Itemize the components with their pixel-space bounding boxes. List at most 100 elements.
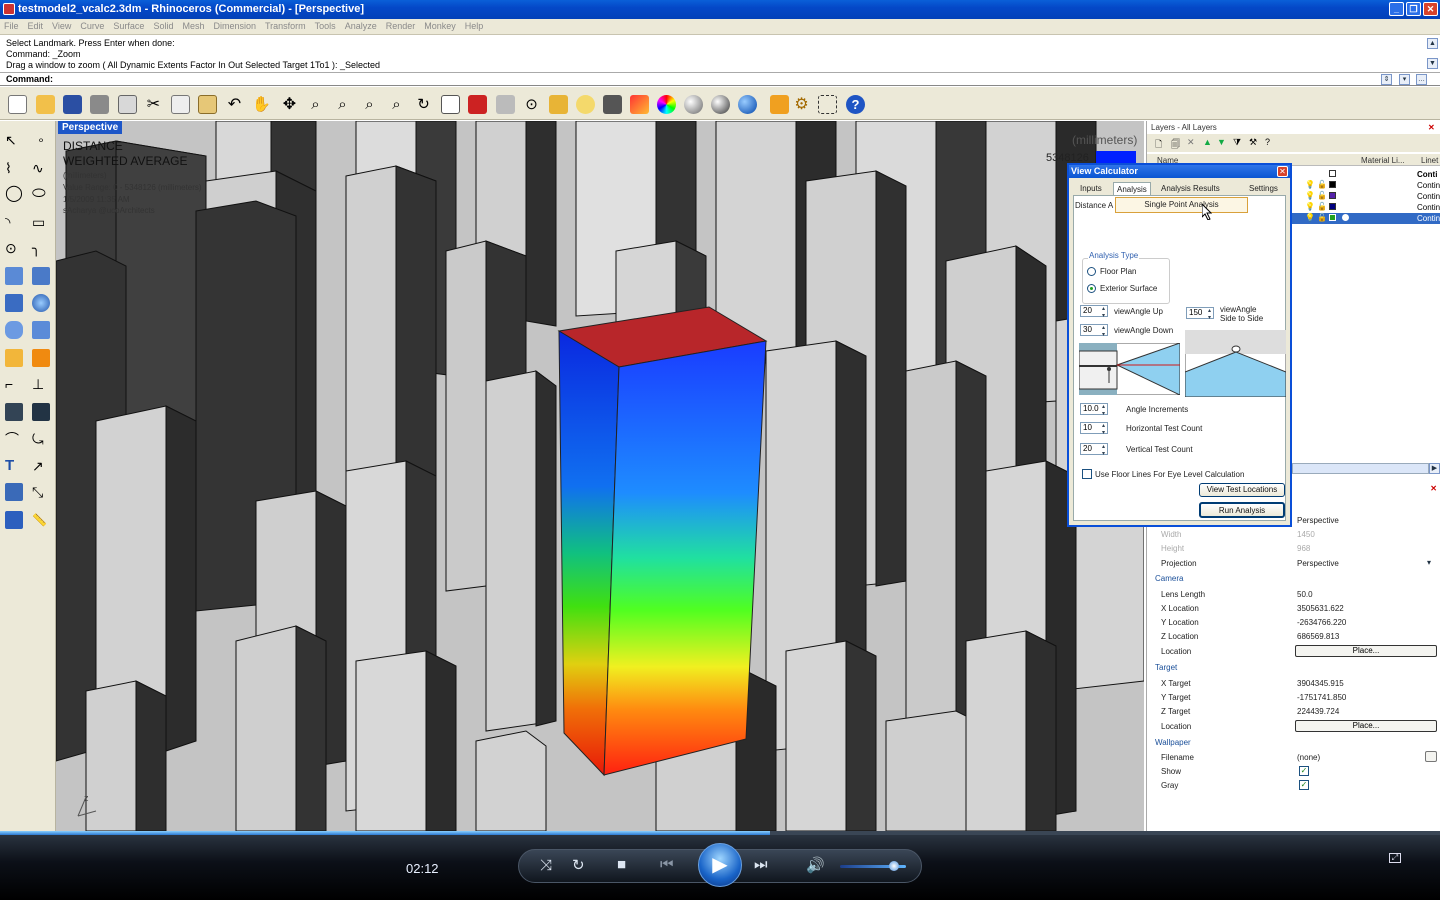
trim-icon[interactable]: ⌐ [5,375,23,393]
previous-icon[interactable]: ⏮ [660,856,674,873]
command-dropdown-icon[interactable]: ▾ [1399,74,1410,85]
zoom-dynamic-icon[interactable]: ⌕ [306,95,325,114]
split-icon[interactable]: ⊥ [32,375,50,393]
layers-col-material[interactable]: Material Li... [1361,156,1405,165]
menu-mesh[interactable]: Mesh [178,19,209,31]
extrude-surface-icon[interactable] [32,267,50,285]
tab-inputs[interactable]: Inputs [1077,182,1105,195]
lightbulb-icon[interactable]: 💡 [1305,191,1315,200]
x-target-value[interactable]: 3904345.915 [1297,679,1344,688]
layers-close-icon[interactable]: ✕ [1428,123,1437,132]
show-checkbox[interactable]: ✓ [1299,766,1309,776]
help-icon[interactable]: ? [846,95,865,114]
x-location-value[interactable]: 3505631.622 [1297,604,1344,613]
unlock-icon[interactable]: 🔓 [1317,191,1327,200]
point-icon[interactable]: ∘ [32,131,50,149]
layer-help-icon[interactable]: ? [1265,137,1270,147]
print-icon[interactable] [90,95,109,114]
camera-place-button[interactable]: Place... [1295,645,1437,657]
gray-checkbox[interactable]: ✓ [1299,780,1309,790]
floor-lines-checkbox[interactable] [1082,469,1092,479]
grid-icon[interactable] [496,95,515,114]
menu-tools[interactable]: Tools [311,19,341,31]
ellipse-icon[interactable]: ⬭ [32,185,50,203]
new-file-icon[interactable] [8,95,27,114]
properties-close-icon[interactable]: ✕ [1430,484,1437,493]
layer-material-icon[interactable] [1342,214,1349,221]
undo-icon[interactable]: ↶ [225,95,244,114]
view-angle-up-stepper[interactable]: 20 [1080,305,1108,319]
z-location-value[interactable]: 686569.813 [1297,632,1339,641]
lock-icon[interactable] [603,95,622,114]
surface-icon[interactable] [5,267,23,285]
menu-analyze[interactable]: Analyze [341,19,382,31]
horizontal-test-count-stepper[interactable]: 10 [1080,422,1108,436]
polyline-icon[interactable]: ⌇ [5,159,23,177]
shaded-sphere-icon[interactable] [711,95,730,114]
settings-gear-icon[interactable]: ⚙ [792,95,811,114]
render-options-icon[interactable] [770,95,789,114]
command-spin-icon[interactable]: ⇕ [1381,74,1392,85]
menu-monkey[interactable]: Monkey [420,19,461,31]
subtab-distance[interactable]: Distance A [1075,201,1113,210]
osnap-icon[interactable]: ⊙ [522,95,541,114]
browse-file-icon[interactable] [1425,751,1437,762]
layers-col-linetype[interactable]: Linet [1421,156,1438,165]
analyze-icon[interactable] [5,511,23,529]
menu-help[interactable]: Help [461,19,489,31]
stop-icon[interactable]: ■ [617,856,626,873]
selection-icon[interactable] [818,95,837,114]
command-line[interactable]: Command: ⇕ ▾ … [0,73,1440,86]
transform-icon[interactable] [5,349,23,367]
shuffle-icon[interactable]: ⤨ [540,857,552,874]
layers-scroll-right-icon[interactable]: ▶ [1429,463,1440,474]
view-test-locations-button[interactable]: View Test Locations [1199,483,1285,497]
menu-render[interactable]: Render [382,19,421,31]
circle-center-icon[interactable]: ⊙ [5,239,23,257]
menu-curve[interactable]: Curve [76,19,109,31]
named-view-icon[interactable] [468,95,487,114]
unlock-icon[interactable]: 🔓 [1317,213,1327,222]
lights-icon[interactable] [576,95,595,114]
unlock-icon[interactable]: 🔓 [1317,202,1327,211]
zoom-selected-icon[interactable]: ⌕ [387,95,406,114]
maximize-button[interactable]: ❐ [1406,2,1421,16]
command-options-icon[interactable]: … [1416,74,1427,85]
select-arrow-icon[interactable]: ↖ [5,131,23,149]
target-place-button[interactable]: Place... [1295,720,1437,732]
menu-transform[interactable]: Transform [261,19,311,31]
layers-horizontal-scrollbar[interactable] [1292,463,1429,474]
rotate-view-icon[interactable]: ↻ [414,95,433,114]
points-icon[interactable] [549,95,568,114]
close-button[interactable]: ✕ [1423,2,1438,16]
dimension-icon[interactable]: ↗ [32,457,50,475]
circle-icon[interactable]: ◯ [5,185,23,203]
boolean-union-icon[interactable] [5,403,23,421]
delete-layer-icon[interactable]: ✕ [1187,137,1195,148]
lens-length-value[interactable]: 50.0 [1297,590,1313,599]
projection-select[interactable]: Perspective [1297,559,1339,568]
y-target-value[interactable]: -1751741.850 [1297,693,1346,702]
next-icon[interactable]: ⏭ [754,856,768,873]
view-angle-side-stepper[interactable]: 150 [1186,307,1214,321]
new-sublayer-icon[interactable]: 🗐 [1171,137,1180,153]
seek-bar[interactable] [0,831,1440,835]
exterior-surface-radio[interactable] [1087,284,1096,293]
layer-color-icon[interactable] [630,95,649,114]
minimize-button[interactable]: _ [1389,2,1404,16]
view-angle-down-stepper[interactable]: 30 [1080,324,1108,338]
four-viewports-icon[interactable] [441,95,460,114]
zoom-extents-icon[interactable]: ⌕ [360,95,379,114]
chevron-down-icon[interactable]: ▾ [1427,558,1431,567]
menu-view[interactable]: View [48,19,76,31]
export-icon[interactable] [118,95,137,114]
dialog-close-icon[interactable]: ✕ [1277,166,1288,177]
perspective-viewport[interactable]: z Perspective DISTANCE WEIGHTED AVERAGE … [56,121,1144,831]
lightbulb-icon[interactable]: 💡 [1305,180,1315,189]
menu-dimension[interactable]: Dimension [209,19,261,31]
new-layer-icon[interactable]: 🗋 [1155,137,1162,153]
volume-icon[interactable]: 🔊 [806,856,825,874]
sphere-solid-icon[interactable] [32,294,50,312]
repeat-icon[interactable]: ↻ [572,856,585,874]
tab-settings[interactable]: Settings [1246,182,1281,195]
